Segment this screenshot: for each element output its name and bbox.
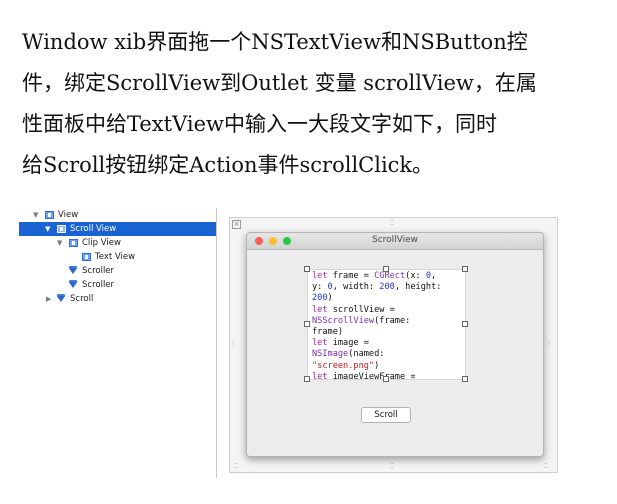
outline-item-view[interactable]: ▼ View (19, 208, 216, 222)
outline-item-label: Scroll View (70, 224, 117, 234)
outline-item-label: Scroller (82, 266, 115, 276)
outline-item-label: Clip View (82, 238, 121, 248)
disclosure-collapsed-icon[interactable]: ▶ (46, 292, 51, 306)
disclosure-expanded-icon[interactable]: ▼ (57, 236, 62, 250)
scrollview-window: ScrollView let frame = CGRect(x: 0, y: 0,… (246, 232, 544, 457)
view-icon (57, 225, 66, 233)
resize-grip-icon[interactable]: ⁚⁚ (390, 462, 394, 470)
code-line: NSImage(named: (312, 349, 385, 360)
resize-handle[interactable] (462, 321, 468, 327)
code-line: let scrollView = (312, 304, 395, 315)
resize-handle[interactable] (462, 376, 468, 382)
resize-handle[interactable] (304, 266, 310, 272)
outline-item-text-view[interactable]: Text View (19, 250, 216, 264)
resize-grip-icon[interactable]: ⁚⁚ (234, 462, 238, 470)
code-line: NSScrollView(frame: (312, 315, 411, 326)
resize-handle[interactable] (462, 266, 468, 272)
ib-canvas: × ⁚⁚ ⁝ ⁝ ⁚⁚ ⁚⁚ ⁚⁚ ScrollView let frame =… (229, 217, 558, 473)
window-titlebar[interactable]: ScrollView (247, 233, 543, 250)
paragraph-line-2: 件，绑定ScrollView到Outlet 变量 scrollView，在属 (22, 71, 537, 95)
scroller-icon (68, 266, 78, 274)
code-line: let image = (312, 338, 369, 349)
resize-handle[interactable] (383, 376, 389, 382)
paragraph-line-4: 给Scroll按钮绑定Action事件scrollClick。 (22, 153, 434, 177)
code-line: let frame = CGRect(x: 0, (312, 271, 437, 281)
outline-item-scroll-view[interactable]: ▼ Scroll View (19, 222, 216, 236)
resize-grip-icon[interactable]: ⁝ (548, 340, 550, 348)
disclosure-expanded-icon[interactable]: ▼ (45, 222, 50, 236)
view-icon (69, 239, 78, 247)
paragraph-line-3: 性面板中给TextView中输入一大段文字如下，同时 (22, 112, 498, 136)
resize-grip-icon[interactable]: ⁚⁚ (544, 462, 548, 470)
outline-item-label: Scroll (70, 294, 94, 304)
resize-handle[interactable] (304, 321, 310, 327)
instruction-paragraph: Window xib界面拖一个NSTextView和NSButton控 件，绑定… (22, 22, 602, 186)
document-outline: ▼ View ▼ Scroll View ▼ Clip View Text Vi… (19, 208, 216, 306)
close-icon[interactable]: × (232, 220, 241, 229)
disclosure-expanded-icon[interactable]: ▼ (33, 208, 38, 222)
view-icon (82, 253, 91, 261)
resize-handle[interactable] (383, 266, 389, 272)
outline-item-clip-view[interactable]: ▼ Clip View (19, 236, 216, 250)
text-view[interactable]: let frame = CGRect(x: 0, y: 0, width: 200… (307, 269, 466, 380)
code-line: y: 0, width: 200, height: (312, 282, 442, 293)
scroll-button[interactable]: Scroll (361, 407, 411, 423)
paragraph-line-1: Window xib界面拖一个NSTextView和NSButton控 (22, 30, 528, 54)
code-line: "screen.png") (312, 360, 380, 371)
outline-divider (216, 208, 217, 478)
outline-item-label: Scroller (82, 280, 115, 290)
resize-grip-icon[interactable]: ⁝ (232, 340, 234, 348)
code-line: frame) (312, 327, 344, 338)
outline-item-scroller-vertical[interactable]: Scroller (19, 264, 216, 278)
scroller-icon (68, 280, 78, 288)
outline-item-scroll-button[interactable]: ▶ Scroll (19, 292, 216, 306)
code-content: let frame = CGRect(x: 0, y: 0, width: 200… (312, 271, 464, 379)
button-icon (56, 294, 66, 302)
outline-item-label: View (58, 210, 79, 220)
resize-handle[interactable] (304, 376, 310, 382)
window-title: ScrollView (371, 235, 419, 245)
resize-grip-icon[interactable]: ⁚⁚ (390, 219, 394, 227)
view-icon (45, 211, 54, 219)
outline-item-scroller-horizontal[interactable]: Scroller (19, 278, 216, 292)
code-line: 200) (312, 293, 333, 304)
outline-item-label: Text View (95, 252, 136, 262)
